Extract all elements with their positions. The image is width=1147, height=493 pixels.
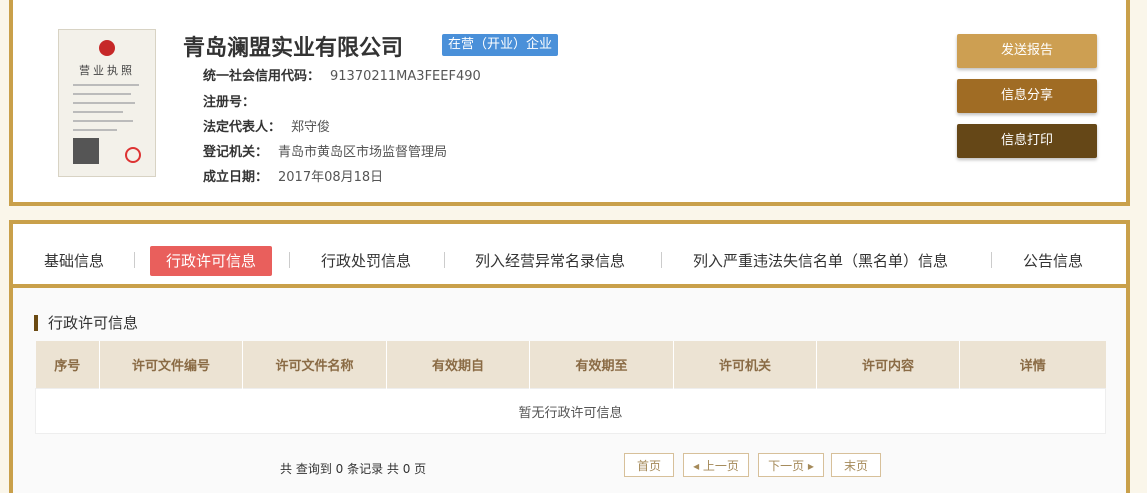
license-title: 营业执照 <box>79 64 135 77</box>
send-report-button[interactable]: 发送报告 <box>957 34 1097 68</box>
established-date-row: 成立日期： 2017年08月18日 <box>203 166 383 185</box>
tab-divider <box>289 252 290 268</box>
tab-divider <box>444 252 445 268</box>
tab-basic-info[interactable]: 基础信息 <box>44 246 104 276</box>
license-text-lines <box>73 84 139 138</box>
tab-divider <box>991 252 992 268</box>
registration-number-label: 注册号： <box>203 95 256 110</box>
qr-code-icon <box>73 138 99 164</box>
established-date-value: 2017年08月18日 <box>278 170 384 185</box>
table-row: 暂无行政许可信息 <box>35 388 1106 434</box>
national-emblem-icon <box>99 40 115 56</box>
column-header: 许可文件名称 <box>242 341 387 389</box>
established-date-label: 成立日期： <box>203 170 269 185</box>
column-header: 许可文件编号 <box>99 341 243 389</box>
company-name: 青岛澜盟实业有限公司 <box>183 36 404 61</box>
legal-rep-label: 法定代表人： <box>203 120 282 135</box>
tab-blacklist[interactable]: 列入严重违法失信名单（黑名单）信息 <box>693 246 948 276</box>
status-badge: 在营（开业）企业 <box>442 34 559 56</box>
tab-admin-license[interactable]: 行政许可信息 <box>150 246 273 276</box>
tab-divider <box>134 252 135 268</box>
next-page-button[interactable]: 下一页 ▸ <box>758 453 824 477</box>
tab-admin-penalty[interactable]: 行政处罚信息 <box>321 246 411 276</box>
authority-row: 登记机关： 青岛市黄岛区市场监督管理局 <box>203 141 447 160</box>
authority-value: 青岛市黄岛区市场监督管理局 <box>278 145 448 160</box>
column-header: 有效期自 <box>386 341 530 389</box>
column-header: 许可机关 <box>673 341 817 389</box>
license-table: 序号 许可文件编号 许可文件名称 有效期自 有效期至 许可机关 许可内容 详情 … <box>35 341 1106 434</box>
credit-code-row: 统一社会信用代码： 91370211MA3FEEF490 <box>203 65 481 84</box>
record-summary: 共 查询到 0 条记录 共 0 页 <box>280 462 427 476</box>
tab-announcements[interactable]: 公告信息 <box>1023 246 1083 276</box>
column-header: 序号 <box>35 341 100 389</box>
empty-message: 暂无行政许可信息 <box>35 388 1106 434</box>
column-header: 详情 <box>959 341 1106 389</box>
tab-divider <box>661 252 662 268</box>
table-header-row: 序号 许可文件编号 许可文件名称 有效期自 有效期至 许可机关 许可内容 详情 <box>35 341 1106 389</box>
credit-code-label: 统一社会信用代码： <box>203 69 321 84</box>
tab-abnormal-operation[interactable]: 列入经营异常名录信息 <box>475 246 625 276</box>
print-info-button[interactable]: 信息打印 <box>957 124 1097 158</box>
legal-rep-value: 郑守俊 <box>291 120 331 135</box>
business-license-image[interactable]: 营业执照 <box>58 29 156 177</box>
details-panel: 基础信息 行政许可信息 行政处罚信息 列入经营异常名录信息 列入严重违法失信名单… <box>9 220 1130 493</box>
registration-number-row: 注册号： <box>203 91 265 110</box>
credit-code-value: 91370211MA3FEEF490 <box>330 69 481 84</box>
red-seal-icon <box>125 147 141 163</box>
share-info-button[interactable]: 信息分享 <box>957 79 1097 113</box>
authority-label: 登记机关： <box>203 145 269 160</box>
legal-rep-row: 法定代表人： 郑守俊 <box>203 116 330 135</box>
last-page-button[interactable]: 末页 <box>831 453 881 477</box>
first-page-button[interactable]: 首页 <box>624 453 674 477</box>
tab-bar: 基础信息 行政许可信息 行政处罚信息 列入经营异常名录信息 列入严重违法失信名单… <box>13 224 1126 284</box>
company-header-panel: 营业执照 青岛澜盟实业有限公司 在营（开业）企业 统一社会信用代码： 913702… <box>9 0 1130 206</box>
column-header: 许可内容 <box>816 341 960 389</box>
license-info-section: 行政许可信息 序号 许可文件编号 许可文件名称 有效期自 有效期至 许可机关 许… <box>13 288 1126 493</box>
prev-page-button[interactable]: ◂ 上一页 <box>683 453 749 477</box>
section-title: 行政许可信息 <box>34 315 138 331</box>
column-header: 有效期至 <box>529 341 674 389</box>
